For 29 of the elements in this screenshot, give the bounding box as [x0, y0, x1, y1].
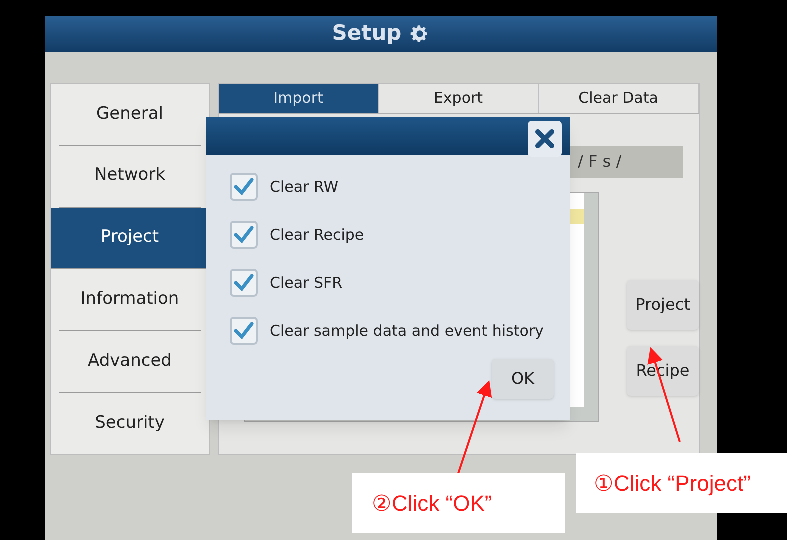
- checkbox-label: Clear Recipe: [270, 224, 364, 246]
- window-title: Setup: [332, 20, 402, 48]
- sidebar-item[interactable]: Security: [59, 393, 201, 454]
- checkmark-icon: [234, 322, 254, 340]
- close-icon: [535, 129, 555, 149]
- callout: ②Click “OK”: [352, 473, 565, 533]
- checkbox[interactable]: [230, 317, 258, 345]
- checkmark-icon: [234, 178, 254, 196]
- sidebar-item[interactable]: Advanced: [59, 331, 201, 394]
- checkbox[interactable]: [230, 221, 258, 249]
- sidebar-item[interactable]: Project: [51, 208, 209, 270]
- checkmark-icon: [234, 226, 254, 244]
- tab[interactable]: Clear Data: [539, 84, 699, 113]
- tab[interactable]: Export: [379, 84, 539, 113]
- checkbox[interactable]: [230, 269, 258, 297]
- checkmark-icon: [234, 274, 254, 292]
- gear-icon: [410, 24, 430, 44]
- close-button[interactable]: [528, 121, 562, 157]
- sidebar-item[interactable]: General: [59, 84, 201, 146]
- checkbox-label: Clear SFR: [270, 272, 343, 294]
- sidebar-item[interactable]: Information: [59, 269, 201, 332]
- checkbox-label: Clear sample data and event history: [270, 320, 544, 342]
- checkbox[interactable]: [230, 173, 258, 201]
- tab[interactable]: Import: [219, 84, 379, 113]
- ok-button[interactable]: OK: [492, 359, 554, 399]
- action-button[interactable]: Project: [627, 280, 699, 330]
- vertical-scrollbar[interactable]: [584, 193, 598, 421]
- callout: ①Click “Project”: [576, 453, 787, 513]
- checkbox-label: Clear RW: [270, 176, 339, 198]
